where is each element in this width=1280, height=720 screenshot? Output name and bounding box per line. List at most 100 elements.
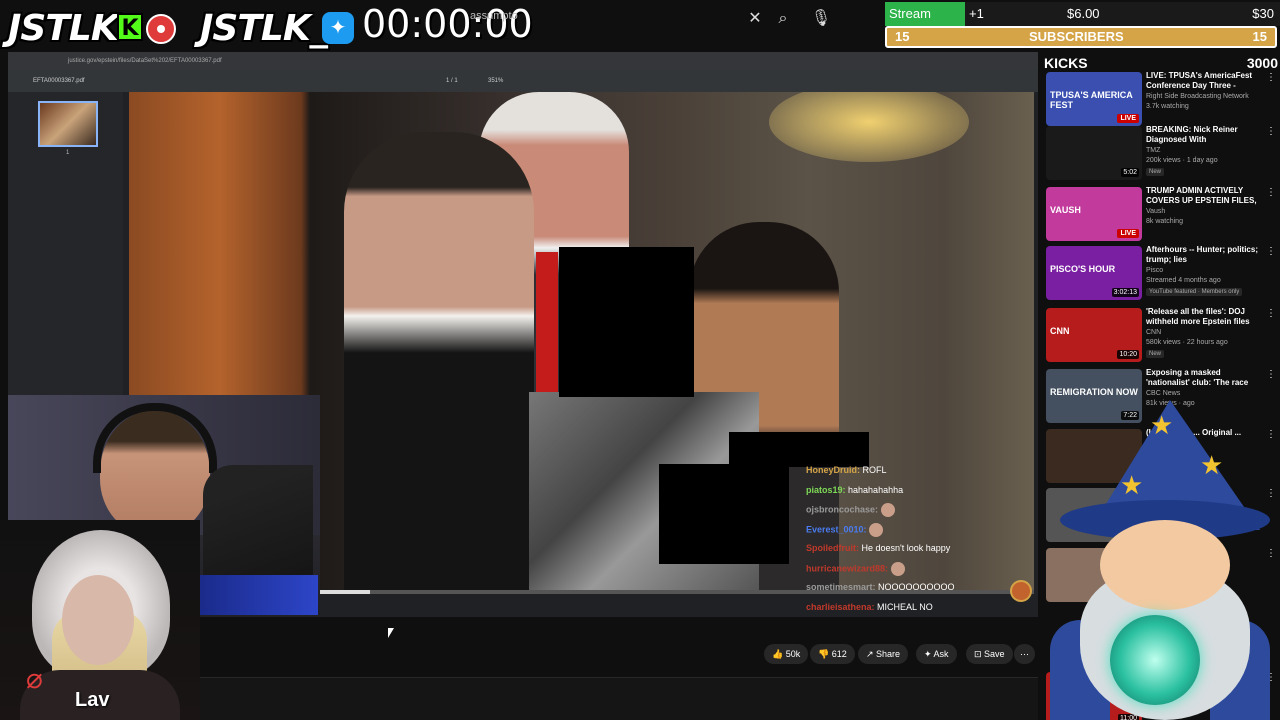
chat-overlay: HoneyDruid: ROFL piatos19: hahahahahha ojs…: [800, 460, 1035, 620]
more-options-icon[interactable]: ⋮: [1266, 308, 1276, 319]
like-button[interactable]: 👍 50k: [764, 644, 809, 664]
scrollbar-thumb[interactable]: [320, 590, 370, 594]
chat-username[interactable]: hurricanewizard88:: [806, 563, 888, 573]
stream-hours-increment: +1: [969, 6, 984, 21]
microphone-icon[interactable]: 🎙: [810, 8, 832, 30]
star-icon: ★: [1150, 410, 1174, 440]
pdf-page-indicator[interactable]: 1 / 1: [446, 70, 458, 92]
more-options-icon[interactable]: ⋯: [1014, 644, 1035, 664]
more-options-icon[interactable]: ⋮: [1266, 429, 1276, 440]
redaction-block: [659, 464, 789, 564]
crystal-ball: [1110, 615, 1200, 705]
chat-text: He doesn't look happy: [861, 543, 951, 553]
dislike-button[interactable]: 👎 612: [810, 644, 855, 664]
wizard-mascot: ★ ★ ★: [1050, 400, 1270, 720]
recommended-video[interactable]: 5:02 BREAKING: Nick Reiner Diagnosed With…: [1046, 125, 1280, 184]
like-count: 50k: [785, 649, 801, 659]
video-badge: YouTube featured · Members only: [1146, 288, 1243, 296]
video-title[interactable]: Afterhours -- Hunter; politics; trump; l…: [1146, 245, 1264, 265]
chat-username[interactable]: charlieisathena:: [806, 602, 875, 612]
video-channel[interactable]: CNN: [1146, 329, 1161, 336]
thumbnail-text: VAUSH: [1050, 205, 1081, 215]
video-thumbnail[interactable]: PISCO'S HOUR 3:02:13: [1046, 246, 1142, 300]
recommended-video[interactable]: TPUSA'S AMERICA FEST LIVE LIVE: TPUSA's Am…: [1046, 71, 1280, 130]
video-title[interactable]: BREAKING: Nick Reiner Diagnosed With Sch…: [1146, 125, 1264, 145]
live-badge: LIVE: [1117, 114, 1139, 123]
video-meta: 3.7k watching: [1146, 103, 1189, 110]
stream-hours-target: $30: [1252, 6, 1274, 21]
guest-face: [62, 575, 134, 665]
photo-person-front: [344, 132, 534, 592]
subs-label: SUBSCRIBERS: [1029, 29, 1124, 44]
chat-text: MICHEAL NO: [877, 601, 933, 612]
chat-username[interactable]: Spoiledfruit:: [806, 543, 859, 553]
stream-hours-label: Stream Hours: [885, 2, 965, 45]
more-options-icon[interactable]: ⋮: [1266, 72, 1276, 83]
kicks-label: KICKS: [1044, 55, 1088, 71]
more-options-icon[interactable]: ⋮: [1266, 369, 1276, 380]
emote-icon: [890, 561, 905, 576]
chat-username[interactable]: HoneyDruid:: [806, 465, 860, 475]
video-channel[interactable]: CBC News: [1146, 390, 1180, 397]
video-title[interactable]: 'Release all the files': DOJ withheld mo…: [1146, 307, 1264, 327]
address-bar-text[interactable]: assumpto: [470, 10, 518, 22]
pdf-zoom-level[interactable]: 351%: [488, 70, 503, 92]
ask-button[interactable]: ✦ Ask: [916, 644, 957, 664]
more-options-icon[interactable]: ⋮: [1266, 126, 1276, 137]
video-meta: 580k views · 22 hours ago: [1146, 339, 1228, 346]
kick-channel-logo: JSTLK: [8, 8, 119, 49]
url-bar[interactable]: justice.gov/epstein/files/DataSet%202/EF…: [8, 52, 1038, 70]
video-channel[interactable]: TMZ: [1146, 147, 1160, 154]
subs-target: 15: [1252, 29, 1267, 44]
more-options-icon[interactable]: ⋮: [1266, 187, 1276, 198]
chat-message: hurricanewizard88:: [806, 561, 909, 576]
stream-timer: 00:00:00: [362, 2, 533, 46]
video-thumbnail[interactable]: VAUSH LIVE: [1046, 187, 1142, 241]
video-thumbnail[interactable]: 5:02: [1046, 126, 1142, 180]
recommended-video[interactable]: VAUSH LIVE TRUMP ADMIN ACTIVELY COVERS UP …: [1046, 186, 1280, 245]
more-options-icon[interactable]: ⋮: [1266, 548, 1276, 559]
video-duration: 3:02:13: [1111, 288, 1139, 297]
video-title[interactable]: LIVE: TPUSA's AmericaFest Conference Day…: [1146, 71, 1264, 91]
video-thumbnail[interactable]: TPUSA'S AMERICA FEST LIVE: [1046, 72, 1142, 126]
thumbnail-text: REMIGRATION NOW: [1050, 387, 1138, 397]
more-options-icon[interactable]: ⋮: [1266, 246, 1276, 257]
stream-overlay-bar: JSTLK K JSTLK_ ✦ 00:00:00 assumpto ✕ ⌕ 🎙: [0, 0, 885, 52]
wizard-face: [1100, 520, 1230, 610]
description-strip: [200, 678, 1038, 720]
video-title[interactable]: Exposing a masked 'nationalist' club: 'T…: [1146, 368, 1264, 388]
video-meta: Streamed 4 months ago: [1146, 277, 1221, 284]
chat-text: ROFL: [862, 465, 887, 475]
chat-username[interactable]: sometimesmart:: [806, 582, 876, 592]
emote-icon: [869, 522, 884, 537]
more-options-icon[interactable]: ⋮: [1266, 488, 1276, 499]
chat-message: Everest_0010:: [806, 522, 887, 537]
chat-message: ojsbroncochase:: [806, 503, 899, 517]
chat-username[interactable]: piatos19:: [806, 485, 846, 495]
muted-microphone-icon: ⌀: [26, 663, 43, 694]
recommended-video[interactable]: CNN 10:20 'Release all the files': DOJ wit…: [1046, 307, 1280, 366]
save-button[interactable]: ⊡ Save: [966, 644, 1013, 664]
video-duration: 5:02: [1121, 168, 1139, 177]
video-title[interactable]: TRUMP ADMIN ACTIVELY COVERS UP EPSTEIN F…: [1146, 186, 1264, 206]
video-channel[interactable]: Right Side Broadcasting Network: [1146, 93, 1249, 100]
live-badge: LIVE: [1117, 229, 1139, 238]
dislike-count: 612: [831, 649, 847, 659]
chat-text: NOOOOOOOOOO: [878, 582, 955, 592]
share-label: Share: [876, 649, 901, 659]
search-icon[interactable]: ⌕: [772, 8, 794, 30]
video-actions-area: [200, 617, 1038, 720]
chat-username[interactable]: ojsbroncochase:: [806, 504, 878, 514]
chat-message: sometimesmart: NOOOOOOOOOO: [806, 581, 955, 593]
close-icon[interactable]: ✕: [744, 8, 766, 30]
video-channel[interactable]: Vaush: [1146, 208, 1165, 215]
recommended-video[interactable]: PISCO'S HOUR 3:02:13 Afterhours -- Hunter;…: [1046, 245, 1280, 304]
photo-light: [769, 92, 969, 162]
chat-username[interactable]: Everest_0010:: [806, 524, 867, 534]
video-badge: New: [1146, 350, 1165, 358]
pdf-toolbar: EFTA00003367.pdf 1 / 1 351%: [8, 70, 1038, 92]
pdf-page-thumbnail[interactable]: [38, 101, 98, 147]
video-thumbnail[interactable]: CNN 10:20: [1046, 308, 1142, 362]
video-channel[interactable]: Pisco: [1146, 267, 1163, 274]
share-button[interactable]: ↗ Share: [858, 644, 909, 664]
